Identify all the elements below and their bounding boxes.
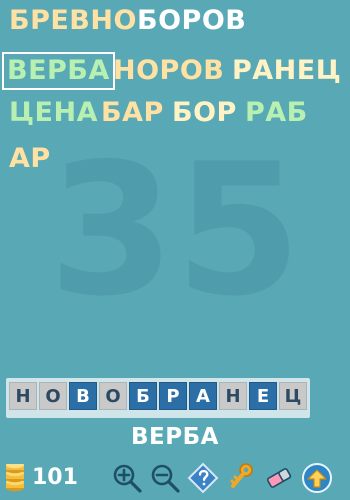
- found-word[interactable]: НОРОВ: [110, 54, 227, 88]
- found-word[interactable]: БРЕВНО: [6, 4, 140, 38]
- up-arrow-icon[interactable]: [300, 461, 334, 495]
- letter-tile-row: Н О В О Б Р А Н Е Ц: [6, 378, 310, 418]
- letter-tile[interactable]: Б: [129, 382, 157, 410]
- tool-bar: [110, 459, 334, 497]
- found-word[interactable]: ВЕРБА: [2, 52, 115, 90]
- letter-tile[interactable]: Н: [219, 382, 247, 410]
- coins-icon: [4, 461, 26, 492]
- found-word[interactable]: АР: [6, 142, 54, 176]
- letter-tile[interactable]: Ц: [279, 382, 307, 410]
- found-words-area: БРЕВНО БОРОВ ВЕРБА НОРОВ РАНЕЦ ЦЕНА БАР …: [2, 4, 346, 184]
- key-icon[interactable]: [224, 461, 258, 495]
- found-word[interactable]: БОР: [169, 96, 240, 130]
- found-word[interactable]: БАР: [98, 96, 167, 130]
- coins-counter: 101: [4, 461, 78, 495]
- zoom-in-icon[interactable]: [110, 461, 144, 495]
- letter-tile[interactable]: А: [189, 382, 217, 410]
- found-word[interactable]: РАБ: [242, 96, 311, 130]
- letter-tile[interactable]: Е: [249, 382, 277, 410]
- found-word[interactable]: РАНЕЦ: [229, 54, 344, 88]
- letter-tile[interactable]: Р: [159, 382, 187, 410]
- letter-tile[interactable]: О: [99, 382, 127, 410]
- found-word[interactable]: ЦЕНА: [6, 96, 101, 130]
- eraser-icon[interactable]: [262, 461, 296, 495]
- zoom-out-icon[interactable]: [148, 461, 182, 495]
- letter-tile[interactable]: В: [69, 382, 97, 410]
- coins-value: 101: [32, 465, 78, 490]
- help-icon[interactable]: [186, 461, 220, 495]
- found-word[interactable]: БОРОВ: [134, 4, 249, 38]
- letter-tile[interactable]: О: [39, 382, 67, 410]
- current-word: ВЕРБА: [131, 424, 219, 450]
- letter-tile[interactable]: Н: [9, 382, 37, 410]
